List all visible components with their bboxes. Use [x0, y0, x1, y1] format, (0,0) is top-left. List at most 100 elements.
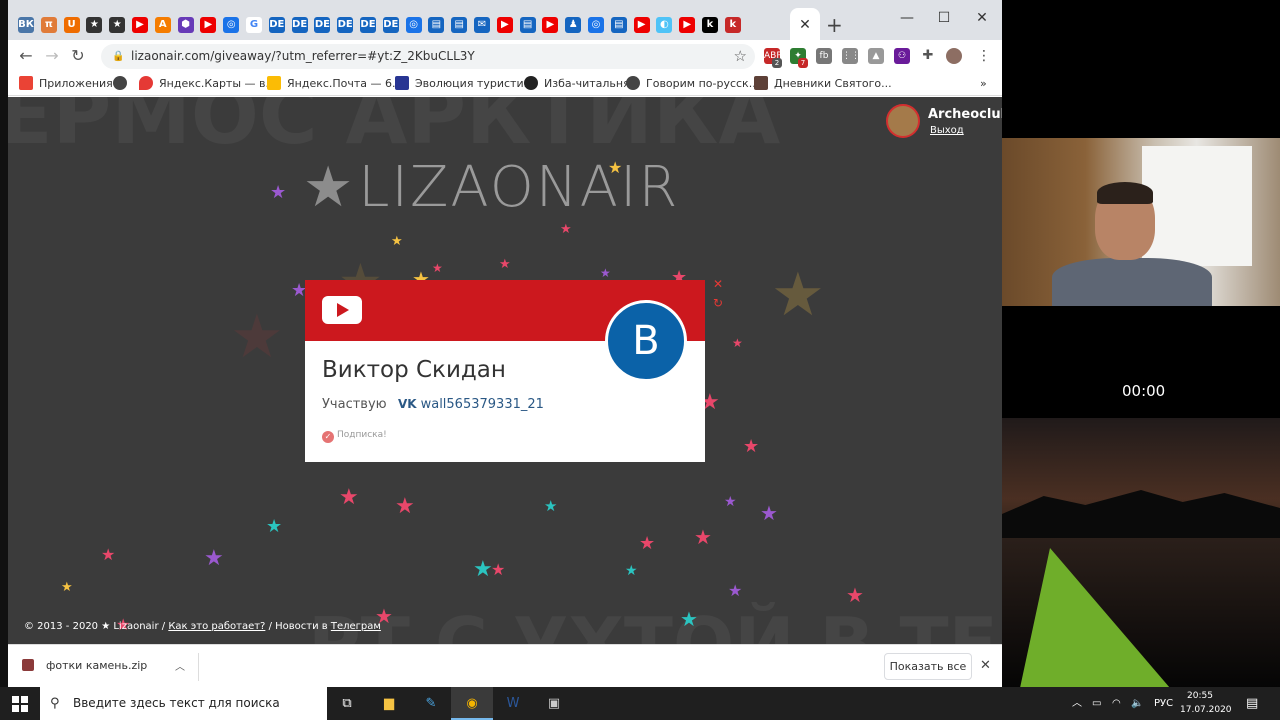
bookmark-star-icon[interactable]: ☆ [734, 44, 747, 69]
background-caption-top: ЕРМОС АРКТИКА [8, 97, 781, 162]
tab-favicon-icon[interactable]: ⬢ [177, 17, 194, 33]
logout-link[interactable]: Выход [930, 125, 964, 136]
extension-icon[interactable]: ⚇ [894, 48, 910, 64]
tab-favicon-icon[interactable]: DE [314, 17, 331, 33]
winner-avatar: B [605, 300, 687, 382]
vk-link[interactable]: VK wall565379331_21 [398, 397, 544, 412]
check-icon: ✓ [322, 431, 334, 443]
confetti-star-icon: ★ [266, 516, 283, 537]
tab-favicon-icon[interactable]: DE [268, 17, 285, 33]
extension-icon[interactable]: fb [816, 48, 832, 64]
tab-favicon-icon[interactable]: ◎ [588, 17, 604, 33]
bookmark-evolution[interactable]: Эволюция туристи... [395, 76, 534, 92]
tab-favicon-icon[interactable]: U [63, 17, 80, 33]
url-text: lizaonair.com/giveaway/?utm_referrer=#yt… [131, 49, 475, 63]
tab-favicon-icon[interactable]: ▶ [496, 17, 513, 33]
stream-timer: 00:00 [1122, 382, 1166, 400]
maximize-button[interactable]: ☐ [929, 6, 959, 30]
tab-favicon-icon[interactable]: ◎ [405, 17, 422, 33]
green-tent [1020, 548, 1170, 688]
tab-favicon-icon[interactable]: ✉ [474, 17, 490, 33]
confetti-star-icon: ★ [724, 494, 737, 510]
tab-favicon-icon[interactable]: k [702, 17, 718, 33]
close-tab-icon[interactable]: ✕ [799, 17, 811, 33]
how-it-works-link[interactable]: Как это работает? [168, 621, 265, 632]
tab-favicon-icon[interactable]: k [724, 17, 741, 33]
tab-favicon-icon[interactable]: π [40, 17, 57, 33]
download-item[interactable]: фотки камень.zip [22, 659, 147, 672]
reload-icon[interactable]: ↻ [68, 46, 88, 66]
tab-favicon-icon[interactable]: ★ [109, 17, 126, 33]
user-avatar[interactable] [886, 104, 920, 138]
profile-avatar[interactable] [946, 48, 962, 64]
tab-favicon-icon[interactable]: DE [360, 17, 376, 33]
minimize-button[interactable]: — [892, 6, 922, 30]
bookmark-govorim[interactable]: Говорим по-русск... [626, 76, 759, 92]
hills [1002, 490, 1280, 538]
tab-favicon-icon[interactable]: ♟ [565, 17, 582, 33]
bookmarks-overflow-button[interactable]: » [980, 76, 987, 92]
refresh-icon[interactable]: ↻ [713, 296, 723, 310]
notification-icon[interactable]: ▤ [1246, 687, 1258, 720]
search-icon: ⚲ [50, 696, 60, 711]
tab-favicon-icon[interactable]: ▶ [633, 17, 650, 33]
tab-favicon-icon[interactable]: ◐ [656, 17, 673, 33]
grid-extension-icon[interactable]: ⋮⋮ [842, 48, 860, 64]
forward-icon[interactable]: → [42, 46, 62, 66]
windows-start-icon[interactable] [12, 696, 28, 712]
confetti-star-icon: ★ [846, 583, 864, 607]
tab-favicon-icon[interactable]: ★ [86, 17, 103, 33]
bookmark-yandex-mail[interactable]: Яндекс.Почта — 6... [267, 76, 403, 92]
word-icon[interactable]: W [492, 687, 534, 720]
owl-icon [524, 76, 538, 90]
tab-favicon-icon[interactable]: ▤ [519, 17, 536, 33]
bookmark-apps[interactable]: Приложения [19, 76, 113, 92]
extensions-puzzle-icon[interactable]: ✚ [920, 48, 936, 64]
tab-favicon-icon[interactable]: ▤ [610, 17, 627, 33]
task-view-icon[interactable]: ⧉ [326, 687, 368, 720]
chrome-icon[interactable]: ◉ [451, 687, 493, 720]
active-tab[interactable]: ✕ [790, 8, 820, 40]
tray-chevron-icon[interactable]: ︿ [1072, 687, 1082, 720]
volume-icon[interactable]: 🔈 [1131, 687, 1143, 720]
show-all-button[interactable]: Показать все [884, 653, 972, 680]
new-tab-button[interactable]: + [826, 13, 844, 37]
tab-favicon-icon[interactable]: ▶ [542, 17, 559, 33]
taskbar-search-input[interactable]: ⚲ Введите здесь текст для поиска [40, 687, 327, 720]
tab-favicon-icon[interactable]: ▤ [451, 17, 468, 33]
chevron-up-icon[interactable]: ︿ [175, 658, 185, 673]
bookmark-izba[interactable]: Изба-читальня [524, 76, 630, 92]
system-clock[interactable]: 20:55 17.07.2020 [1180, 689, 1232, 717]
tab-favicon-icon[interactable]: ▶ [132, 17, 148, 33]
bookmark-globe[interactable] [113, 76, 133, 92]
tab-favicon-icon[interactable]: ◎ [223, 17, 240, 33]
menu-kebab-icon[interactable]: ⋮ [976, 48, 992, 64]
app-icon[interactable]: ✎ [410, 687, 452, 720]
camera-icon[interactable]: ▣ [533, 687, 575, 720]
file-explorer-icon[interactable]: ▆ [368, 687, 410, 720]
tab-favicon-icon[interactable]: DE [382, 17, 399, 33]
telegram-link[interactable]: Телеграм [331, 621, 381, 632]
tab-favicon-icon[interactable]: G [246, 17, 262, 33]
address-bar[interactable]: 🔒 lizaonair.com/giveaway/?utm_referrer=#… [101, 44, 755, 69]
confetti-star-icon: ★ [694, 525, 712, 549]
tab-favicon-icon[interactable]: ВК [18, 17, 34, 33]
tab-favicon-icon[interactable]: A [154, 17, 171, 33]
close-download-shelf-icon[interactable]: ✕ [980, 658, 991, 673]
lock-icon: 🔒 [112, 51, 125, 62]
close-window-button[interactable]: ✕ [967, 6, 997, 30]
tab-favicon-icon[interactable]: DE [337, 17, 354, 33]
tab-favicon-icon[interactable]: ▶ [200, 17, 217, 33]
tab-favicon-icon[interactable]: DE [291, 17, 308, 33]
tab-favicon-icon[interactable]: ▤ [428, 17, 445, 33]
bookmark-yandex-maps[interactable]: Яндекс.Карты — в... [139, 76, 276, 92]
site-icon [626, 76, 640, 90]
close-card-icon[interactable]: ✕ [713, 277, 723, 291]
language-indicator[interactable]: РУС [1154, 687, 1173, 720]
tab-favicon-icon[interactable]: ▶ [679, 17, 696, 33]
bookmark-dnevniki[interactable]: Дневники Святого... [754, 76, 892, 92]
drive-extension-icon[interactable]: ▲ [868, 48, 884, 64]
wifi-icon[interactable]: ◠ [1112, 687, 1121, 720]
battery-icon[interactable]: ▭ [1092, 687, 1101, 720]
back-icon[interactable]: ← [16, 46, 36, 66]
